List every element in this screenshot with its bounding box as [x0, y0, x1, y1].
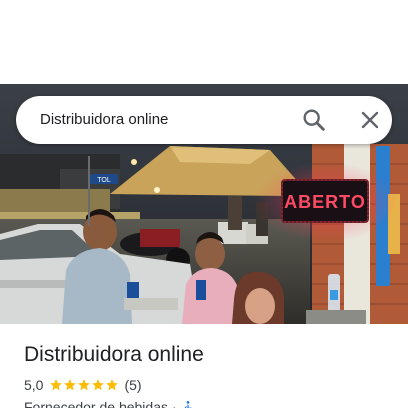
place-name: Distribuidora online	[24, 343, 204, 366]
star-icon	[50, 379, 63, 391]
category-row: Fornecedor de bebidas ·	[24, 398, 195, 408]
search-bar	[16, 96, 392, 144]
star-icon	[78, 379, 91, 391]
top-blank-area	[0, 0, 408, 84]
search-input[interactable]	[40, 96, 280, 144]
rating-stars	[49, 378, 119, 392]
street-sign-text: TOL	[97, 177, 111, 184]
review-count: (5)	[124, 377, 142, 393]
separator: ·	[172, 399, 177, 408]
rating-row[interactable]: 5,0 (5)	[24, 376, 142, 394]
star-icon	[106, 379, 119, 391]
place-info-panel: Distribuidora online 5,0 (5) Fornecedor …	[0, 324, 408, 408]
open-sign-text: ABERTO	[284, 192, 366, 212]
search-icon[interactable]	[300, 106, 328, 134]
star-icon	[64, 379, 77, 391]
place-category: Fornecedor de bebidas	[24, 399, 168, 408]
close-icon[interactable]	[356, 106, 384, 134]
rating-value: 5,0	[24, 377, 44, 393]
wheelchair-accessible-icon	[184, 401, 192, 408]
star-icon	[92, 379, 105, 391]
